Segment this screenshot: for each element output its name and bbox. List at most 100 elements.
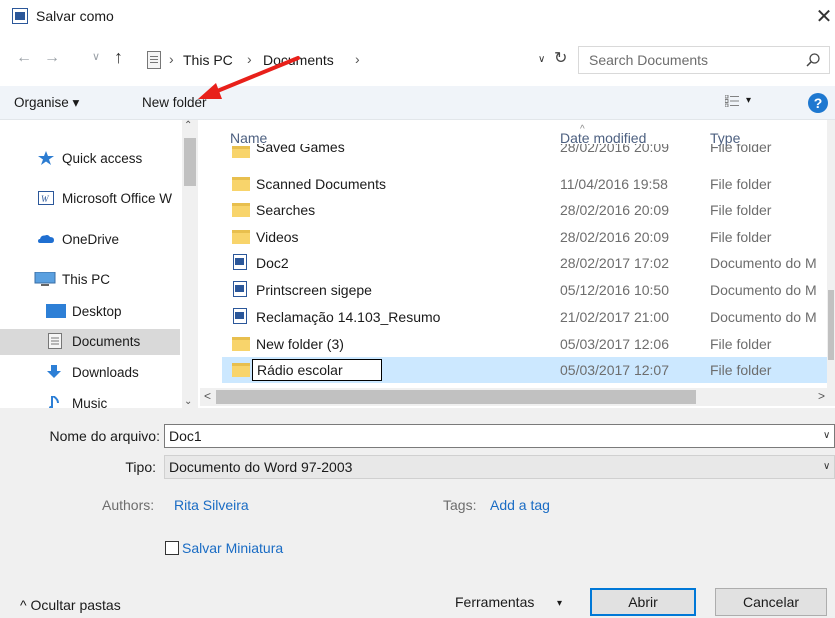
sidebar-item-label: Quick access xyxy=(62,151,143,166)
sidebar-item-label: This PC xyxy=(62,272,111,287)
documents-icon xyxy=(48,333,62,349)
save-thumbnail-label[interactable]: Salvar Miniatura xyxy=(182,540,283,556)
folder-icon xyxy=(232,230,250,244)
file-type-label: Tipo: xyxy=(125,459,156,475)
desktop-icon xyxy=(46,304,66,318)
file-type-value: Documento do Word 97-2003 xyxy=(169,459,353,475)
file-type: Documento do M xyxy=(710,282,817,298)
view-options-icon[interactable] xyxy=(725,95,739,107)
forward-button[interactable]: → xyxy=(44,49,60,67)
help-icon[interactable]: ? xyxy=(808,93,828,113)
folder-icon xyxy=(232,146,250,158)
search-input[interactable] xyxy=(579,47,799,73)
file-name: Scanned Documents xyxy=(256,176,386,192)
list-item-selected[interactable]: Rádio escolar 05/03/2017 12:07 File fold… xyxy=(222,357,835,383)
list-item[interactable]: Saved Games 28/02/2016 20:09 File folder xyxy=(222,144,835,158)
list-item[interactable]: Doc2 28/02/2017 17:02 Documento do M xyxy=(222,250,835,276)
sidebar-scrollbar-thumb[interactable] xyxy=(184,138,196,186)
sidebar-item-this-pc[interactable]: This PC xyxy=(0,267,180,293)
file-date: 05/03/2017 12:07 xyxy=(560,362,669,378)
file-date: 28/02/2017 17:02 xyxy=(560,255,669,271)
computer-icon xyxy=(34,272,56,286)
word-icon: W xyxy=(38,191,54,205)
refresh-button[interactable]: ↻ xyxy=(554,48,567,68)
rename-input[interactable]: Rádio escolar xyxy=(252,359,382,381)
word-icon xyxy=(12,8,28,24)
tools-button[interactable]: Ferramentas xyxy=(455,594,534,610)
list-item[interactable]: New folder (3) 05/03/2017 12:06 File fol… xyxy=(222,331,835,357)
save-thumbnail-checkbox[interactable] xyxy=(165,541,179,555)
command-toolbar: Organise ▾ New folder ▾ ? xyxy=(0,86,835,120)
cloud-icon xyxy=(38,235,54,243)
sidebar-item-label: OneDrive xyxy=(62,232,120,247)
chevron-down-icon[interactable]: ▾ xyxy=(557,598,562,609)
file-name: Searches xyxy=(256,202,316,218)
sidebar-item-downloads[interactable]: Downloads xyxy=(0,360,180,386)
scroll-up-icon[interactable]: ⌃ xyxy=(184,120,192,131)
window-title: Salvar como xyxy=(36,8,114,24)
sidebar-item-desktop[interactable]: Desktop xyxy=(0,299,180,325)
search-icon[interactable] xyxy=(805,52,821,68)
file-date: 28/02/2016 20:09 xyxy=(560,144,669,155)
file-type: Documento do M xyxy=(710,255,817,271)
organise-button[interactable]: Organise ▾ xyxy=(14,95,79,111)
file-type-select[interactable]: Documento do Word 97-2003 xyxy=(164,455,835,479)
sidebar-item-music[interactable]: Music xyxy=(0,391,180,408)
list-item[interactable]: Scanned Documents 11/04/2016 19:58 File … xyxy=(222,171,835,197)
word-document-icon xyxy=(233,308,247,324)
file-type: File folder xyxy=(710,229,772,245)
chevron-down-icon[interactable]: ∨ xyxy=(538,54,545,65)
open-button[interactable]: Abrir xyxy=(590,588,696,616)
title-bar: Salvar como ✕ xyxy=(0,0,835,34)
tags-label: Tags: xyxy=(443,497,477,513)
file-name: Saved Games xyxy=(256,144,345,155)
folder-icon xyxy=(232,177,250,191)
list-item[interactable]: Reclamação 14.103_Resumo 21/02/2017 21:0… xyxy=(222,304,835,330)
annotation-arrow xyxy=(198,56,300,99)
file-list: ^ Name Date modified Type Saved Games 28… xyxy=(200,120,835,388)
filename-input[interactable] xyxy=(165,425,805,447)
file-type: File folder xyxy=(710,176,772,192)
breadcrumb-separator: › xyxy=(169,51,174,67)
close-button[interactable]: ✕ xyxy=(814,4,834,29)
sidebar-item-label: Desktop xyxy=(72,304,122,319)
view-options-dropdown[interactable]: ▾ xyxy=(746,95,751,106)
file-type: File folder xyxy=(710,202,772,218)
folder-icon xyxy=(232,203,250,217)
folder-icon xyxy=(232,337,250,351)
file-date: 05/03/2017 12:06 xyxy=(560,336,669,352)
authors-label: Authors: xyxy=(102,497,155,513)
sidebar-item-label: Downloads xyxy=(72,365,139,380)
file-date: 21/02/2017 21:00 xyxy=(560,309,669,325)
up-button[interactable]: ↑ xyxy=(114,47,123,68)
filename-box xyxy=(164,424,835,448)
search-box xyxy=(578,46,830,74)
cancel-button[interactable]: Cancelar xyxy=(715,588,827,616)
sidebar-item-microsoft-office[interactable]: W Microsoft Office W xyxy=(0,186,180,212)
scroll-left-icon[interactable]: < xyxy=(204,389,211,403)
file-type: File folder xyxy=(710,144,772,155)
sidebar-item-quick-access[interactable]: Quick access xyxy=(0,146,180,172)
back-button[interactable]: ← xyxy=(16,49,32,67)
recent-locations-button[interactable]: ∨ xyxy=(92,50,100,63)
hide-folders-button[interactable]: ^ Ocultar pastas xyxy=(20,597,121,613)
horizontal-scrollbar-thumb[interactable] xyxy=(216,390,696,404)
scroll-down-icon[interactable]: ⌄ xyxy=(184,396,192,407)
filename-label: Nome do arquivo: xyxy=(49,428,160,444)
list-item[interactable]: Videos 28/02/2016 20:09 File folder xyxy=(222,224,835,250)
download-icon xyxy=(47,365,61,378)
authors-value[interactable]: Rita Silveira xyxy=(174,497,249,513)
sidebar-item-documents[interactable]: Documents xyxy=(0,329,180,355)
tags-value[interactable]: Add a tag xyxy=(490,497,550,513)
scroll-right-icon[interactable]: > xyxy=(818,389,825,403)
chevron-down-icon[interactable]: ∨ xyxy=(823,430,830,441)
file-type: File folder xyxy=(710,362,772,378)
file-type: Documento do M xyxy=(710,309,817,325)
file-name: New folder (3) xyxy=(256,336,344,352)
file-list-scrollbar-thumb[interactable] xyxy=(828,290,834,360)
list-item[interactable]: Printscreen sigepe 05/12/2016 10:50 Docu… xyxy=(222,277,835,303)
sidebar-item-onedrive[interactable]: OneDrive xyxy=(0,227,180,253)
file-date: 28/02/2016 20:09 xyxy=(560,229,669,245)
chevron-down-icon[interactable]: ∨ xyxy=(823,461,830,472)
list-item[interactable]: Searches 28/02/2016 20:09 File folder xyxy=(222,197,835,223)
